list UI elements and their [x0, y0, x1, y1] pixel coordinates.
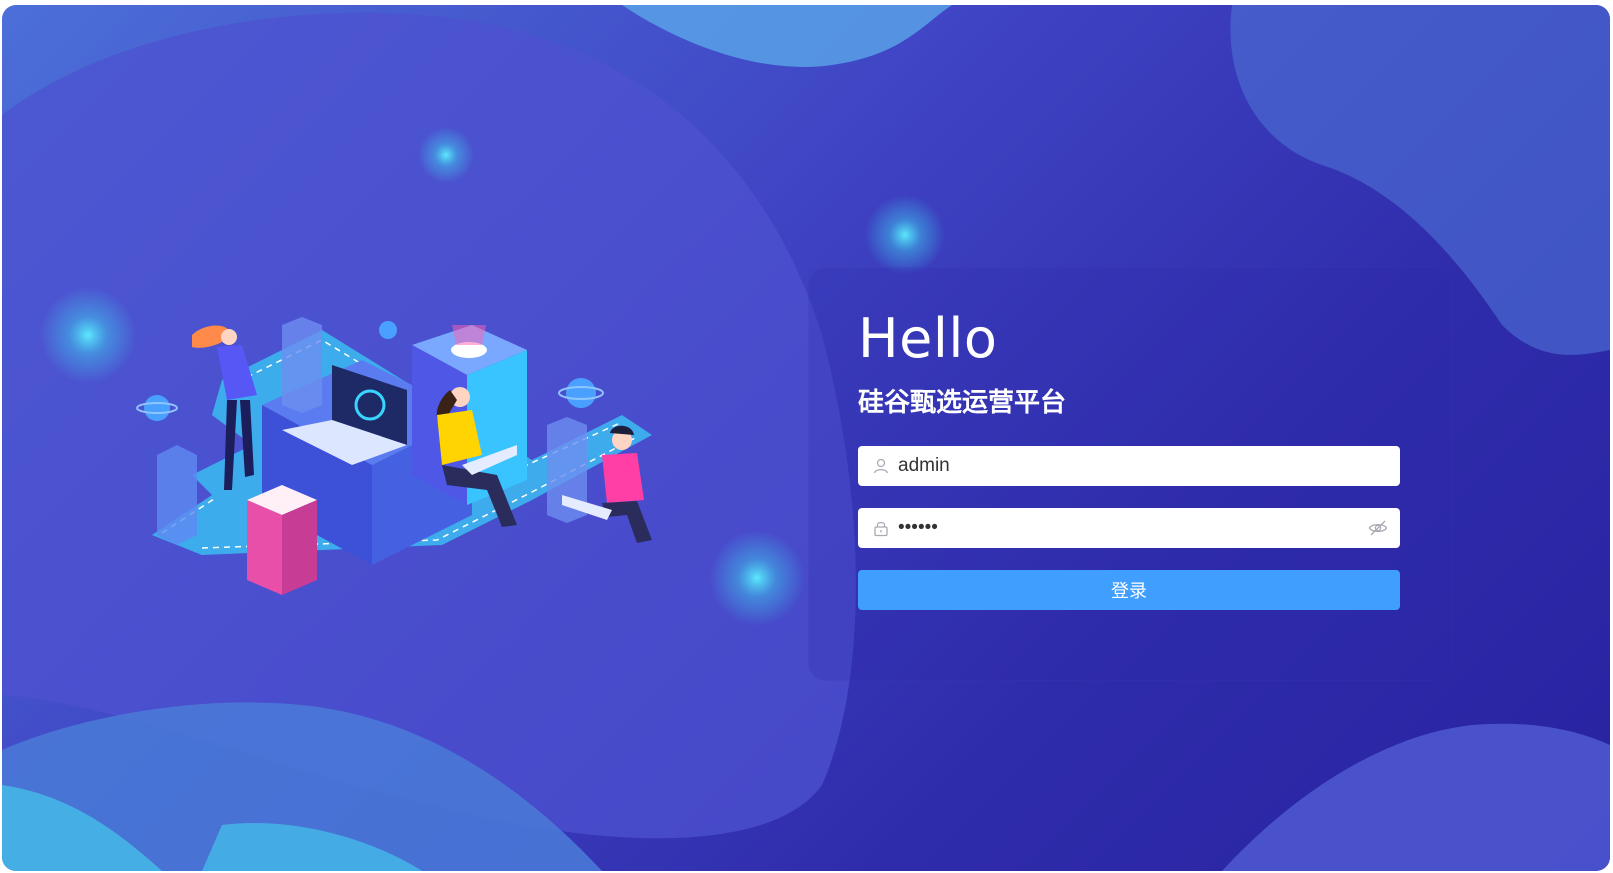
user-icon — [873, 458, 889, 474]
login-card: Hello 硅谷甄选运营平台 登录 — [808, 267, 1452, 681]
isometric-illustration — [136, 317, 652, 595]
username-input[interactable] — [898, 446, 1368, 486]
eye-hidden-icon[interactable] — [1368, 519, 1388, 537]
lock-icon — [874, 521, 888, 537]
password-field[interactable] — [858, 508, 1400, 548]
login-heading: Hello — [858, 307, 998, 370]
password-input[interactable] — [898, 508, 1368, 548]
login-button[interactable]: 登录 — [858, 570, 1400, 610]
login-subtitle: 硅谷甄选运营平台 — [858, 388, 1067, 418]
login-page: Hello 硅谷甄选运营平台 登录 — [2, 5, 1610, 871]
username-field[interactable] — [858, 446, 1400, 486]
